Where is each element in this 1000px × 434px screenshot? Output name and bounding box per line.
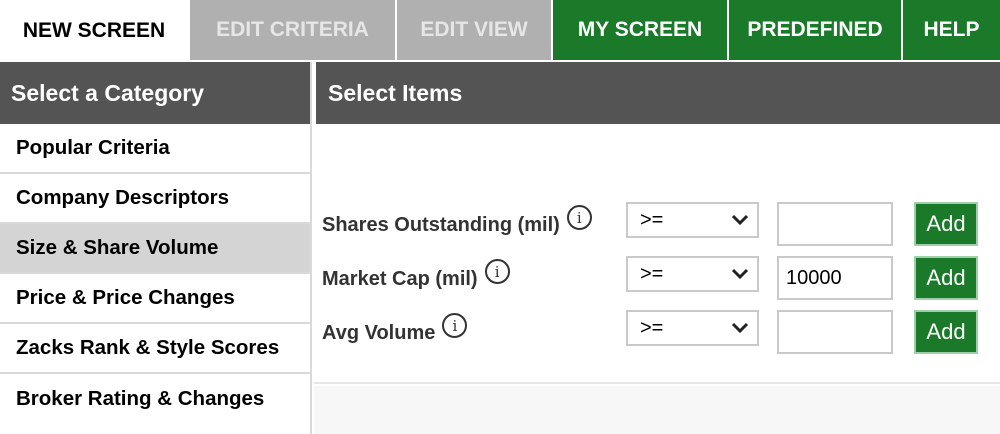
criteria-row-label-container: Avg Volume i <box>322 313 468 345</box>
criteria-row-label-container: Shares Outstanding (mil) i <box>322 205 592 237</box>
add-button[interactable]: Add <box>914 202 978 246</box>
category-item-company-descriptors[interactable]: Company Descriptors <box>0 174 310 224</box>
top-tab-bar: NEW SCREEN EDIT CRITERIA EDIT VIEW MY SC… <box>0 0 1000 62</box>
add-button[interactable]: Add <box>914 310 978 354</box>
category-item-size-share-volume[interactable]: Size & Share Volume <box>0 224 310 274</box>
operator-value: >= <box>640 316 664 339</box>
criteria-label: Market Cap (mil) <box>322 268 478 290</box>
add-button[interactable]: Add <box>914 256 978 300</box>
tab-edit-criteria[interactable]: EDIT CRITERIA <box>190 0 395 60</box>
items-panel-title: Select Items <box>314 62 1000 124</box>
category-panel: Select a Category Popular Criteria Compa… <box>0 62 312 434</box>
items-panel-footer <box>314 386 1000 434</box>
info-icon[interactable]: i <box>442 313 468 338</box>
operator-value: >= <box>640 208 664 231</box>
operator-select[interactable]: >= <box>626 310 759 346</box>
category-item-broker-rating-changes[interactable]: Broker Rating & Changes <box>0 374 310 424</box>
tab-predefined[interactable]: PREDEFINED <box>729 0 901 60</box>
criteria-label: Shares Outstanding (mil) <box>322 214 560 236</box>
criteria-row-avg-volume: Avg Volume i >= Add <box>314 310 1000 356</box>
chevron-down-icon <box>731 268 749 280</box>
criteria-value-input[interactable] <box>777 310 893 354</box>
operator-value: >= <box>640 262 664 285</box>
category-item-price-changes[interactable]: Price & Price Changes <box>0 274 310 324</box>
info-icon[interactable]: i <box>484 259 510 284</box>
criteria-label: Avg Volume <box>322 322 436 344</box>
tab-edit-view[interactable]: EDIT VIEW <box>397 0 551 60</box>
criteria-row-market-cap: Market Cap (mil) i >= Add <box>314 256 1000 302</box>
criteria-value-input[interactable] <box>777 202 893 246</box>
category-item-zacks-rank-style-scores[interactable]: Zacks Rank & Style Scores <box>0 324 310 374</box>
criteria-row-label-container: Market Cap (mil) i <box>322 259 510 291</box>
tab-my-screen[interactable]: MY SCREEN <box>553 0 727 60</box>
items-panel: Select Items Shares Outstanding (mil) i … <box>314 62 1000 434</box>
chevron-down-icon <box>731 322 749 334</box>
chevron-down-icon <box>731 214 749 226</box>
tab-help[interactable]: HELP <box>903 0 1000 60</box>
items-list: Shares Outstanding (mil) i >= Add Market… <box>314 124 1000 384</box>
tab-new-screen[interactable]: NEW SCREEN <box>0 0 188 62</box>
criteria-row-shares-outstanding: Shares Outstanding (mil) i >= Add <box>314 202 1000 248</box>
info-icon[interactable]: i <box>566 205 592 230</box>
operator-select[interactable]: >= <box>626 256 759 292</box>
operator-select[interactable]: >= <box>626 202 759 238</box>
category-panel-title: Select a Category <box>0 62 310 124</box>
criteria-value-input[interactable] <box>777 256 893 300</box>
category-item-popular-criteria[interactable]: Popular Criteria <box>0 124 310 174</box>
